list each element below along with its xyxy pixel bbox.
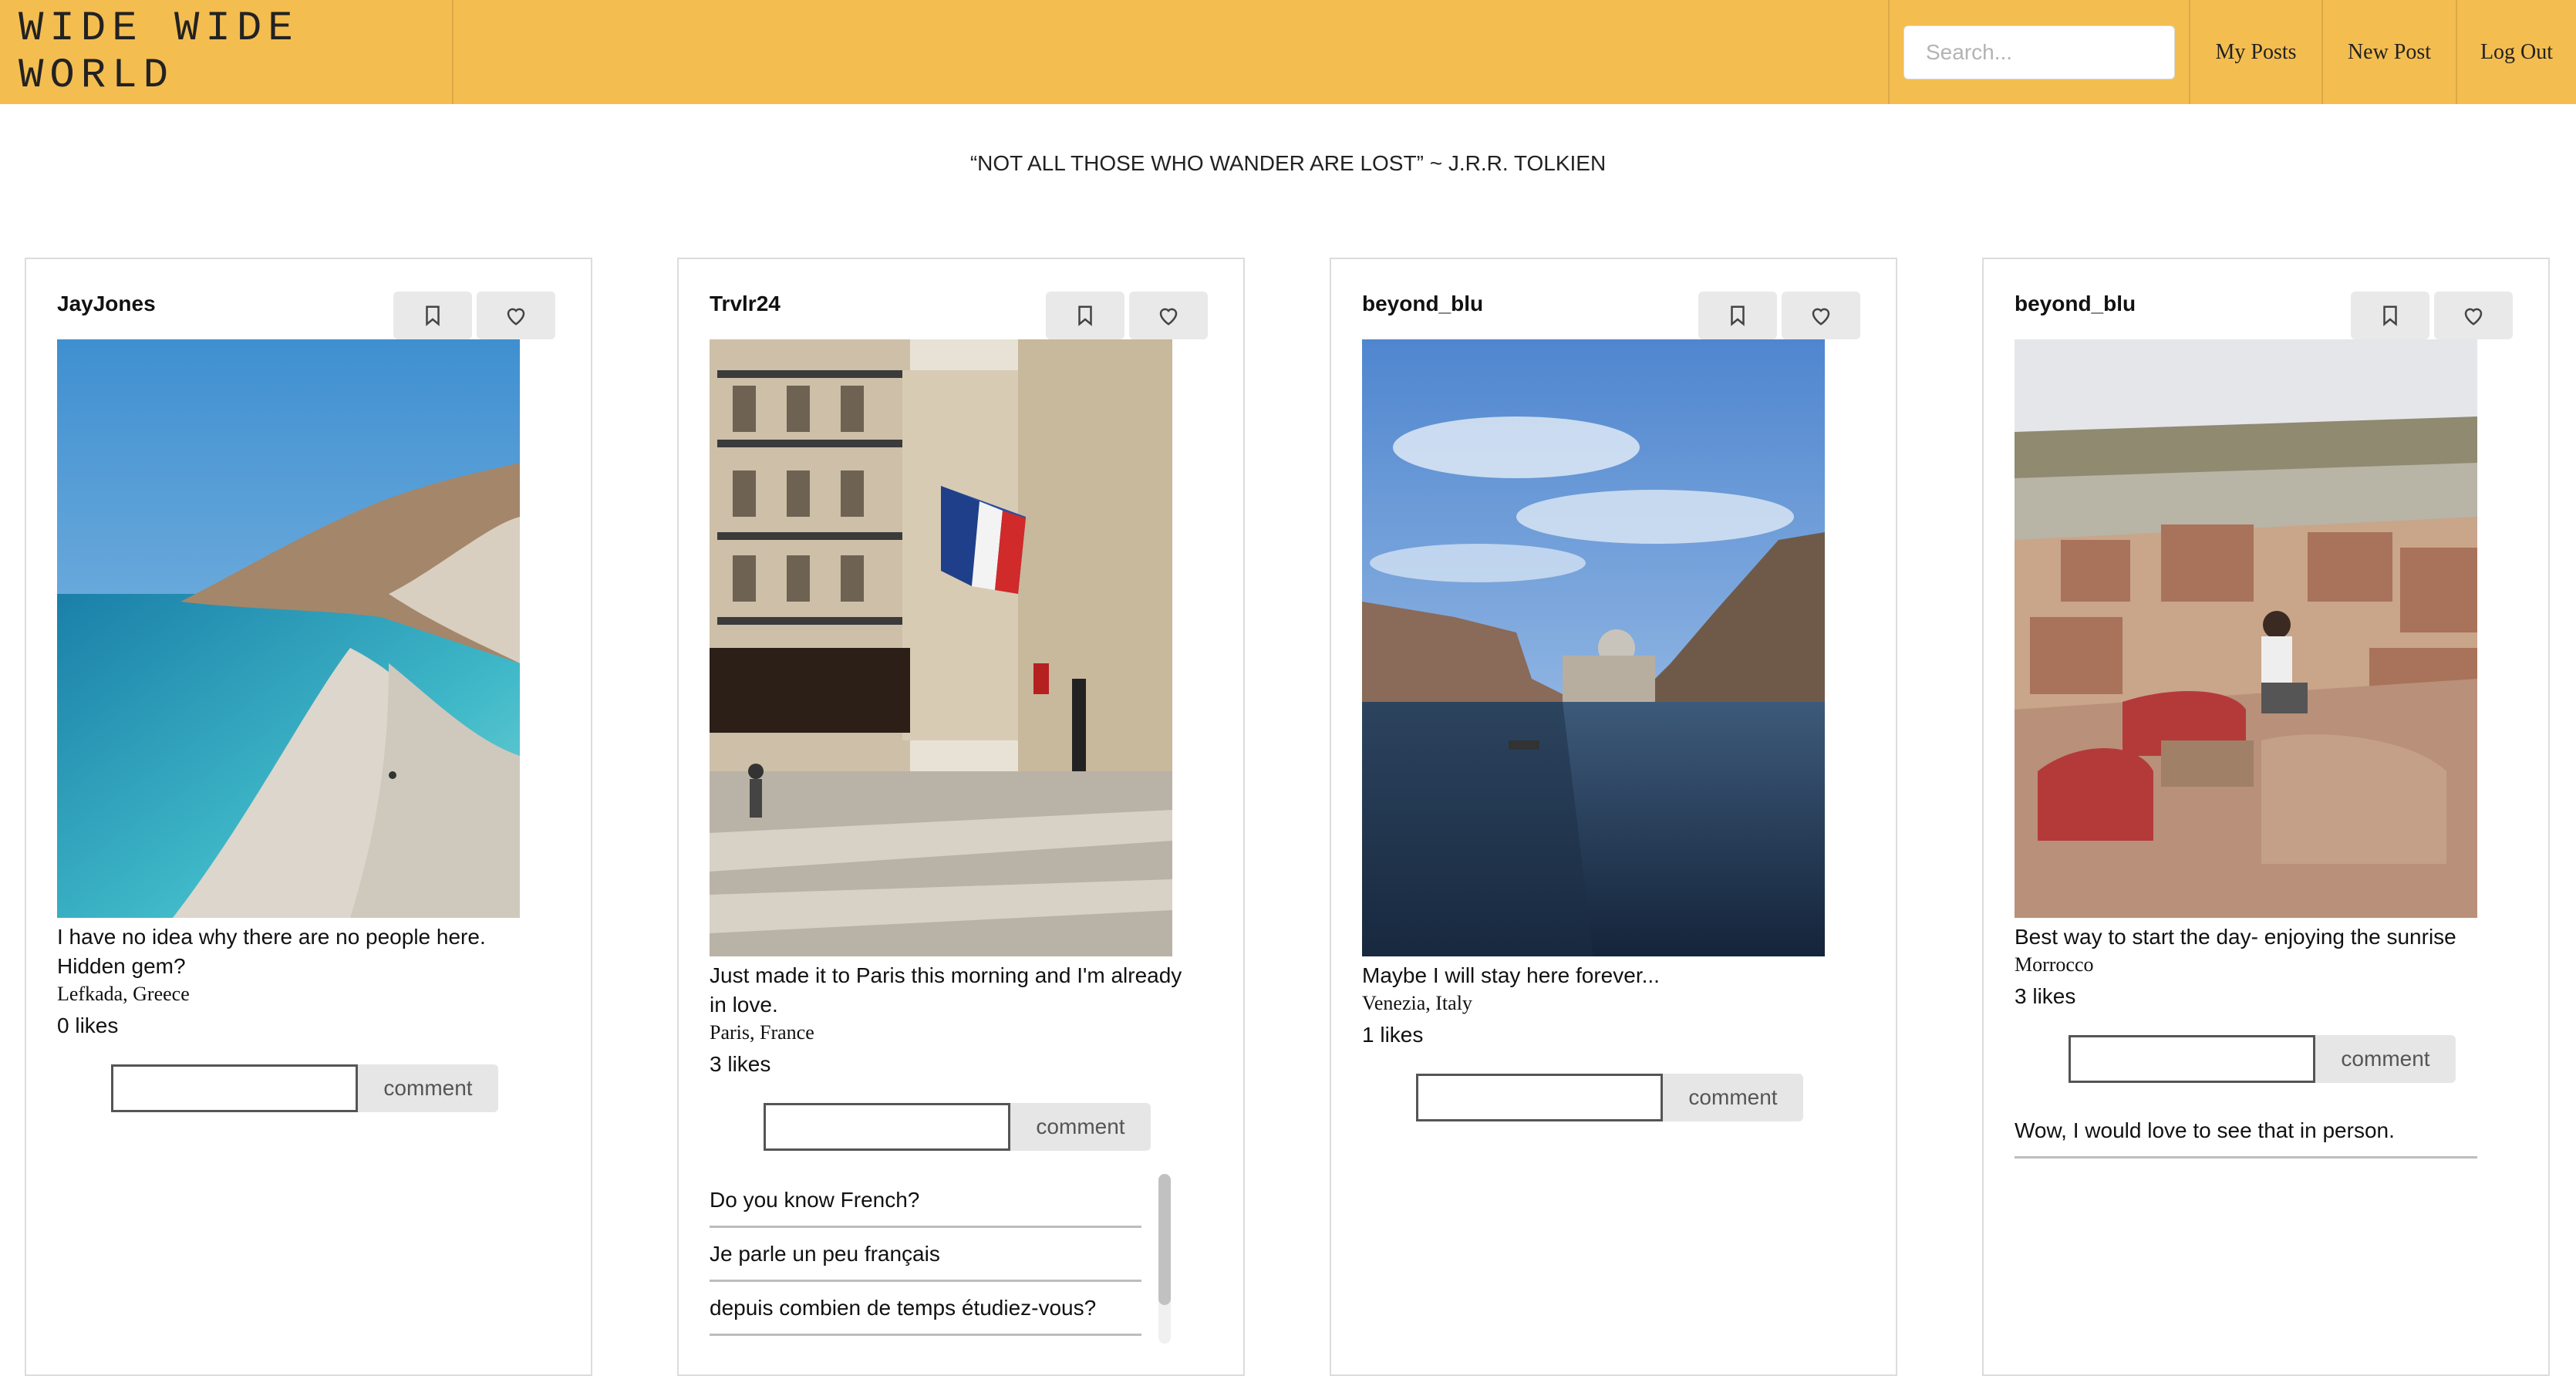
comment-button[interactable]: comment <box>358 1064 498 1112</box>
comment-form: comment <box>2069 1035 2456 1083</box>
post-likes: 3 likes <box>2015 984 2076 1008</box>
heart-icon <box>2464 308 2483 325</box>
comment-button[interactable]: comment <box>1010 1103 1151 1151</box>
search-input[interactable] <box>1903 25 2175 79</box>
post-photo <box>2015 339 2477 918</box>
comment-item: depuis combien de temps étudiez-vous? <box>710 1282 1141 1336</box>
heart-icon <box>507 308 525 325</box>
comment-input[interactable] <box>764 1103 1010 1151</box>
bookmark-button[interactable] <box>1698 292 1777 339</box>
post-location[interactable]: Morrocco <box>2015 953 2094 976</box>
comment-input[interactable] <box>1416 1074 1663 1121</box>
post-caption: Just made it to Paris this morning and I… <box>710 963 1182 1017</box>
post-location[interactable]: Venezia, Italy <box>1362 992 1472 1015</box>
comment-item: Do you know French? <box>710 1174 1141 1228</box>
heart-icon <box>1812 308 1830 325</box>
comment-item: Wow, I would love to see that in person. <box>2015 1105 2477 1158</box>
post-card: beyond_blu Maybe I will stay here foreve… <box>1330 258 1897 1376</box>
comment-button[interactable]: comment <box>1663 1074 1803 1121</box>
like-button[interactable] <box>1129 292 1208 339</box>
bookmark-icon <box>1731 305 1745 326</box>
post-likes: 0 likes <box>57 1013 119 1037</box>
post-caption: Best way to start the day- enjoying the … <box>2015 925 2456 949</box>
page-quote: “NOT ALL THOSE WHO WANDER ARE LOST” ~ J.… <box>969 151 1607 175</box>
post-card: JayJones I have no idea why there are no… <box>25 258 592 1376</box>
post-username[interactable]: beyond_blu <box>1362 292 1483 316</box>
post-username[interactable]: JayJones <box>57 292 156 316</box>
post-likes: 3 likes <box>710 1052 771 1076</box>
like-button[interactable] <box>477 292 555 339</box>
comment-input[interactable] <box>2069 1035 2315 1083</box>
post-photo <box>710 339 1172 956</box>
comment-form: comment <box>1416 1074 1803 1121</box>
post-card: beyond_blu Best way to start the day- en… <box>1982 258 2550 1376</box>
search-container <box>1888 0 2189 104</box>
bookmark-icon <box>2383 305 2397 326</box>
post-username[interactable]: Trvlr24 <box>710 292 781 316</box>
post-likes: 1 likes <box>1362 1023 1424 1047</box>
comment-list: Do you know French? Je parle un peu fran… <box>710 1174 1141 1336</box>
nav-right: My Posts New Post Log Out <box>1888 0 2576 104</box>
like-button[interactable] <box>2434 292 2513 339</box>
scrollbar-thumb[interactable] <box>1158 1174 1171 1305</box>
bookmark-button[interactable] <box>2351 292 2429 339</box>
bookmark-icon <box>426 305 440 326</box>
nav-my-posts[interactable]: My Posts <box>2189 0 2321 104</box>
like-button[interactable] <box>1782 292 1860 339</box>
comment-input[interactable] <box>111 1064 358 1112</box>
bookmark-icon <box>1078 305 1092 326</box>
post-username[interactable]: beyond_blu <box>2015 292 2136 316</box>
post-location[interactable]: Paris, France <box>710 1021 814 1044</box>
brand-logo[interactable]: WIDE WIDE WORLD <box>0 0 453 104</box>
comment-item: Je parle un peu français <box>710 1228 1141 1282</box>
comment-list: Wow, I would love to see that in person. <box>2015 1105 2477 1158</box>
post-card: Trvlr24 Just made it to Paris this morni… <box>677 258 1245 1376</box>
bookmark-button[interactable] <box>393 292 472 339</box>
heart-icon <box>1159 308 1178 325</box>
post-location[interactable]: Lefkada, Greece <box>57 983 190 1006</box>
post-photo <box>57 339 520 918</box>
comment-scrollbar[interactable] <box>1158 1174 1171 1344</box>
bookmark-button[interactable] <box>1046 292 1124 339</box>
top-nav-bar: WIDE WIDE WORLD My Posts New Post Log Ou… <box>0 0 2576 104</box>
comment-button[interactable]: comment <box>2315 1035 2456 1083</box>
comment-form: comment <box>764 1103 1151 1151</box>
nav-new-post[interactable]: New Post <box>2321 0 2456 104</box>
post-photo <box>1362 339 1825 956</box>
comment-form: comment <box>111 1064 498 1112</box>
brand-title: WIDE WIDE WORLD <box>19 5 299 99</box>
nav-log-out[interactable]: Log Out <box>2456 0 2576 104</box>
post-caption: Maybe I will stay here forever... <box>1362 963 1660 987</box>
post-caption: I have no idea why there are no people h… <box>57 925 486 978</box>
